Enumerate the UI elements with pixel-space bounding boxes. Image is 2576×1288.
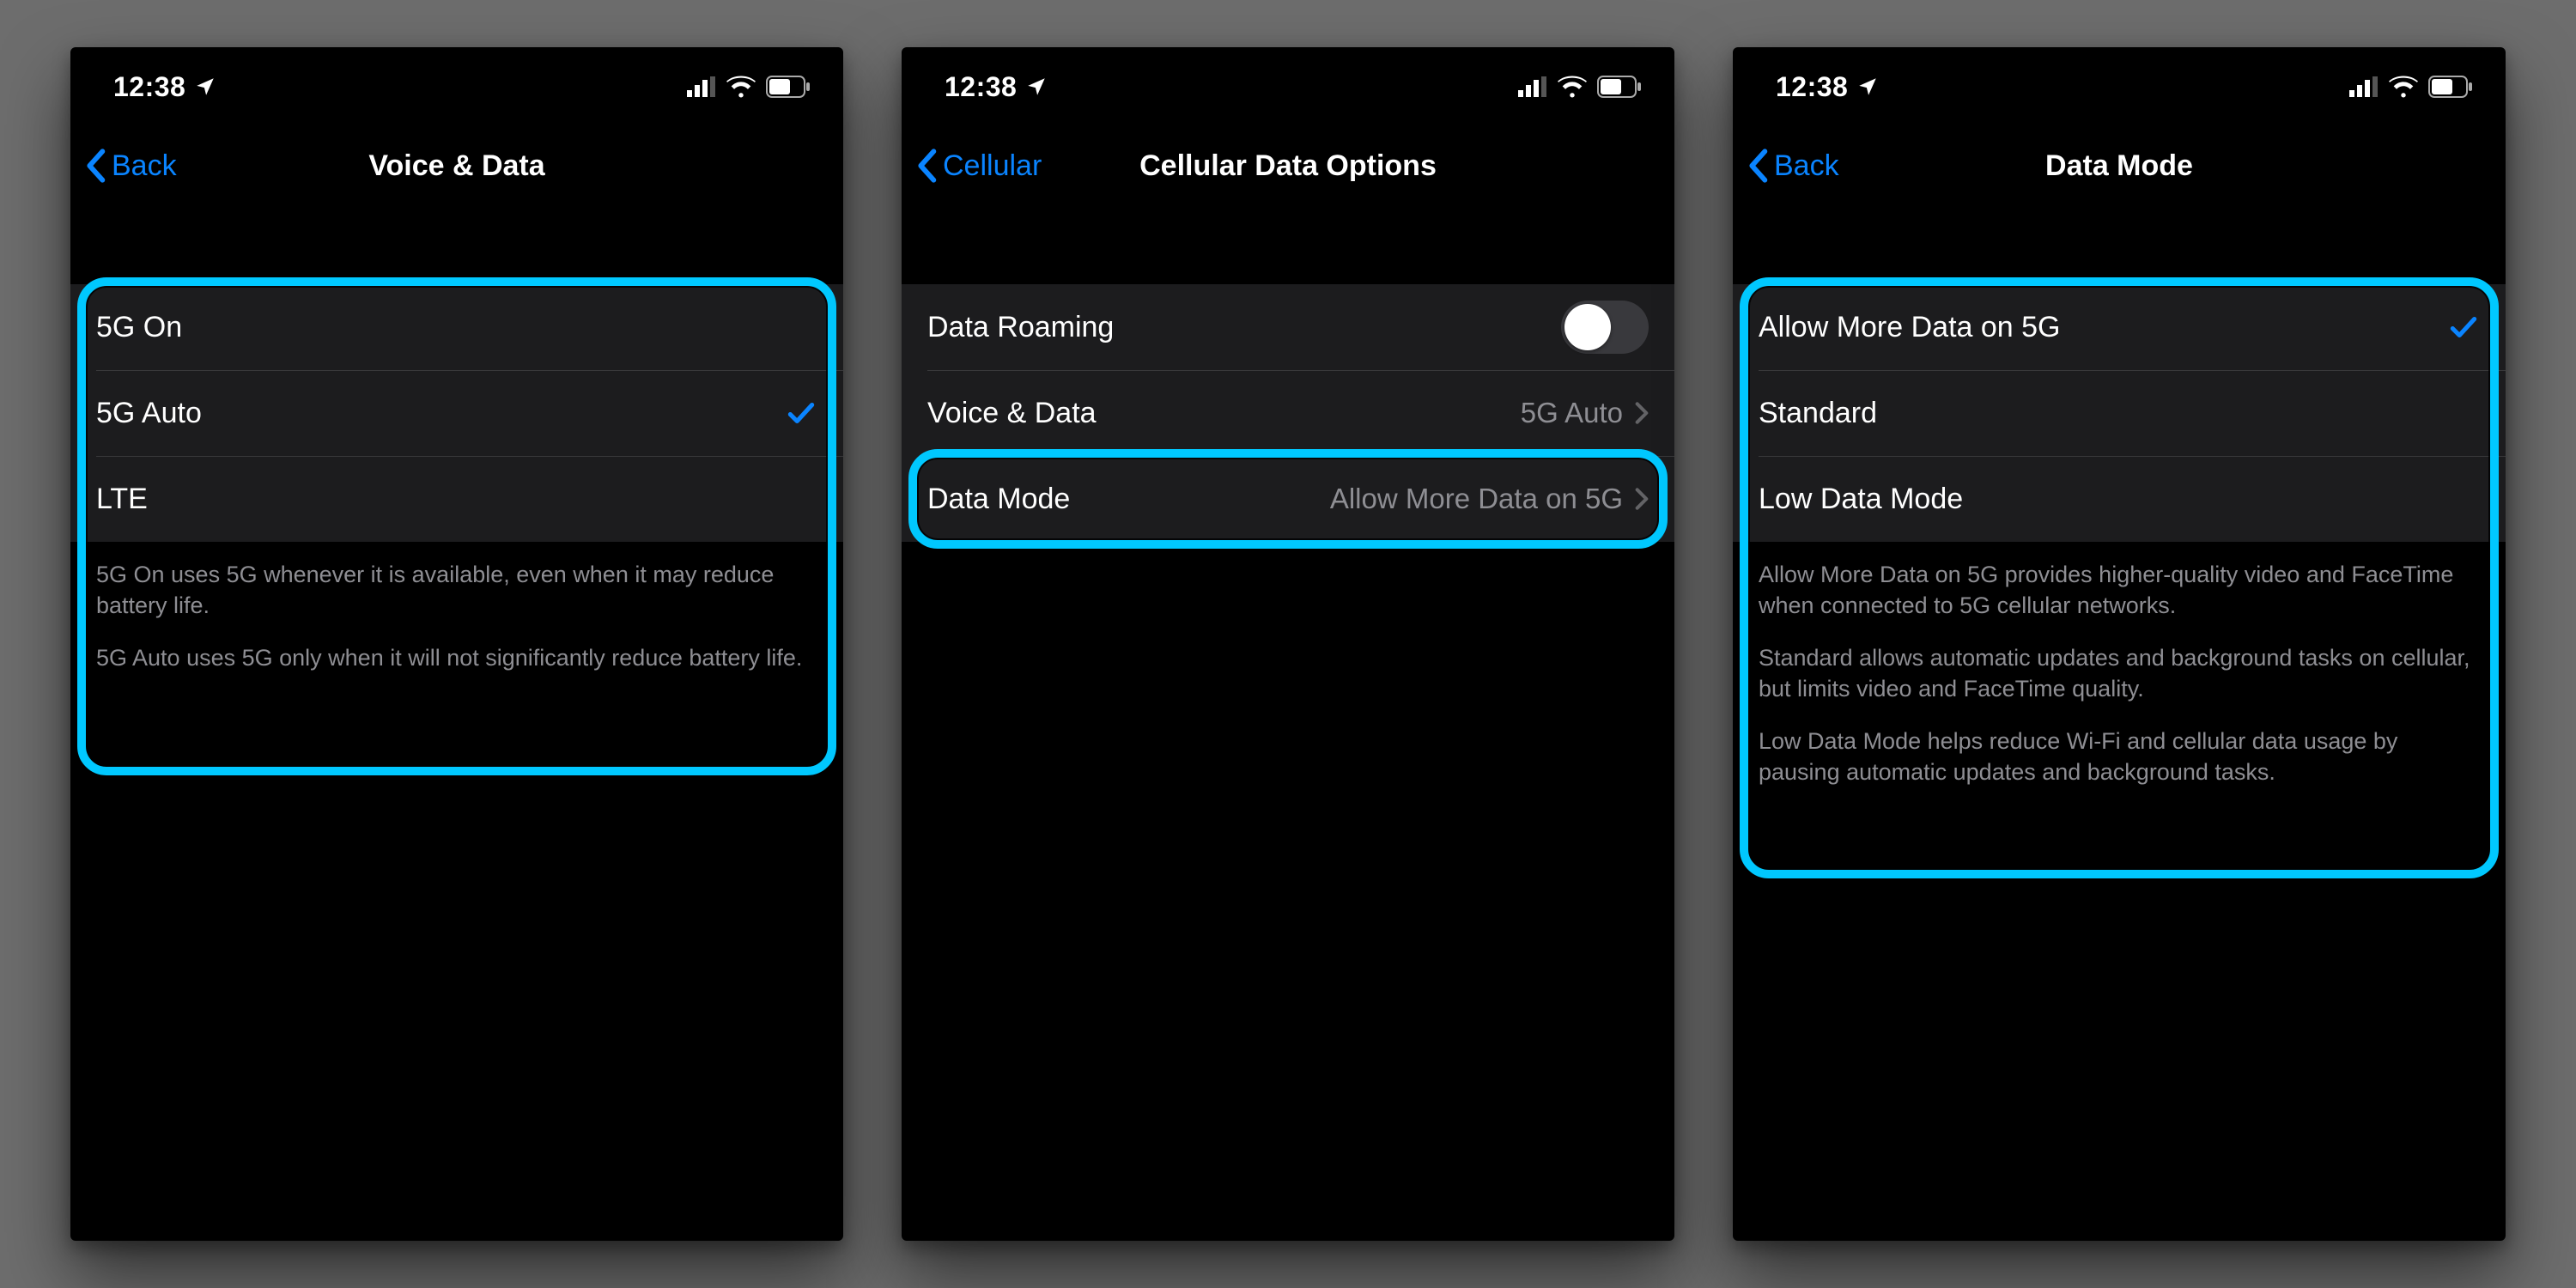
- footer-text: 5G On uses 5G whenever it is available, …: [70, 542, 843, 694]
- checkmark-icon: [2447, 311, 2480, 343]
- row-data-roaming[interactable]: Data Roaming: [902, 284, 1674, 370]
- cellular-signal-icon: [1518, 76, 1547, 97]
- row-label: Voice & Data: [927, 397, 1097, 430]
- data-roaming-toggle[interactable]: [1561, 301, 1649, 354]
- screen-voice-and-data: 12:38 Back Voic: [70, 47, 843, 1241]
- location-icon: [1025, 76, 1048, 98]
- battery-icon: [1597, 76, 1642, 98]
- row-data-mode[interactable]: Data Mode Allow More Data on 5G: [902, 456, 1674, 542]
- page-title: Voice & Data: [70, 149, 843, 183]
- option-standard[interactable]: Standard: [1733, 370, 2506, 456]
- chevron-right-icon: [1635, 401, 1649, 425]
- status-time: 12:38: [113, 71, 185, 103]
- status-bar: 12:38: [1733, 47, 2506, 126]
- option-label: Allow More Data on 5G: [1759, 311, 2061, 344]
- cellular-signal-icon: [687, 76, 716, 97]
- back-label: Back: [1774, 149, 1839, 183]
- wifi-icon: [2389, 76, 2418, 98]
- option-label: 5G Auto: [96, 397, 202, 430]
- nav-bar: Back Voice & Data: [70, 126, 843, 205]
- option-low-data-mode[interactable]: Low Data Mode: [1733, 456, 2506, 542]
- wifi-icon: [1558, 76, 1587, 98]
- checkmark-icon: [785, 397, 817, 429]
- battery-icon: [2428, 76, 2473, 98]
- status-bar: 12:38: [902, 47, 1674, 126]
- cellular-signal-icon: [2349, 76, 2379, 97]
- option-5g-on[interactable]: 5G On: [70, 284, 843, 370]
- nav-bar: Cellular Cellular Data Options: [902, 126, 1674, 205]
- footer-text: Allow More Data on 5G provides higher-qu…: [1733, 542, 2506, 809]
- option-allow-more-data-5g[interactable]: Allow More Data on 5G: [1733, 284, 2506, 370]
- wifi-icon: [726, 76, 756, 98]
- location-icon: [194, 76, 216, 98]
- status-time: 12:38: [945, 71, 1017, 103]
- status-bar: 12:38: [70, 47, 843, 126]
- page-title: Data Mode: [1733, 149, 2506, 183]
- row-voice-and-data[interactable]: Voice & Data 5G Auto: [902, 370, 1674, 456]
- back-button[interactable]: Cellular: [915, 149, 1042, 183]
- back-button[interactable]: Back: [84, 149, 177, 183]
- back-label: Cellular: [943, 149, 1042, 183]
- chevron-right-icon: [1635, 487, 1649, 511]
- row-label: Data Roaming: [927, 311, 1114, 344]
- option-label: Standard: [1759, 397, 1877, 430]
- option-lte[interactable]: LTE: [70, 456, 843, 542]
- option-label: Low Data Mode: [1759, 483, 1963, 516]
- screen-cellular-data-options: 12:38 Cellular: [902, 47, 1674, 1241]
- option-label: 5G On: [96, 311, 182, 344]
- back-button[interactable]: Back: [1747, 149, 1839, 183]
- screen-data-mode: 12:38 Back Data: [1733, 47, 2506, 1241]
- nav-bar: Back Data Mode: [1733, 126, 2506, 205]
- back-label: Back: [112, 149, 177, 183]
- row-label: Data Mode: [927, 483, 1070, 516]
- status-time: 12:38: [1776, 71, 1848, 103]
- location-icon: [1856, 76, 1879, 98]
- option-5g-auto[interactable]: 5G Auto: [70, 370, 843, 456]
- row-value: 5G Auto: [1521, 397, 1623, 429]
- battery-icon: [766, 76, 811, 98]
- option-label: LTE: [96, 483, 148, 516]
- row-value: Allow More Data on 5G: [1330, 483, 1623, 515]
